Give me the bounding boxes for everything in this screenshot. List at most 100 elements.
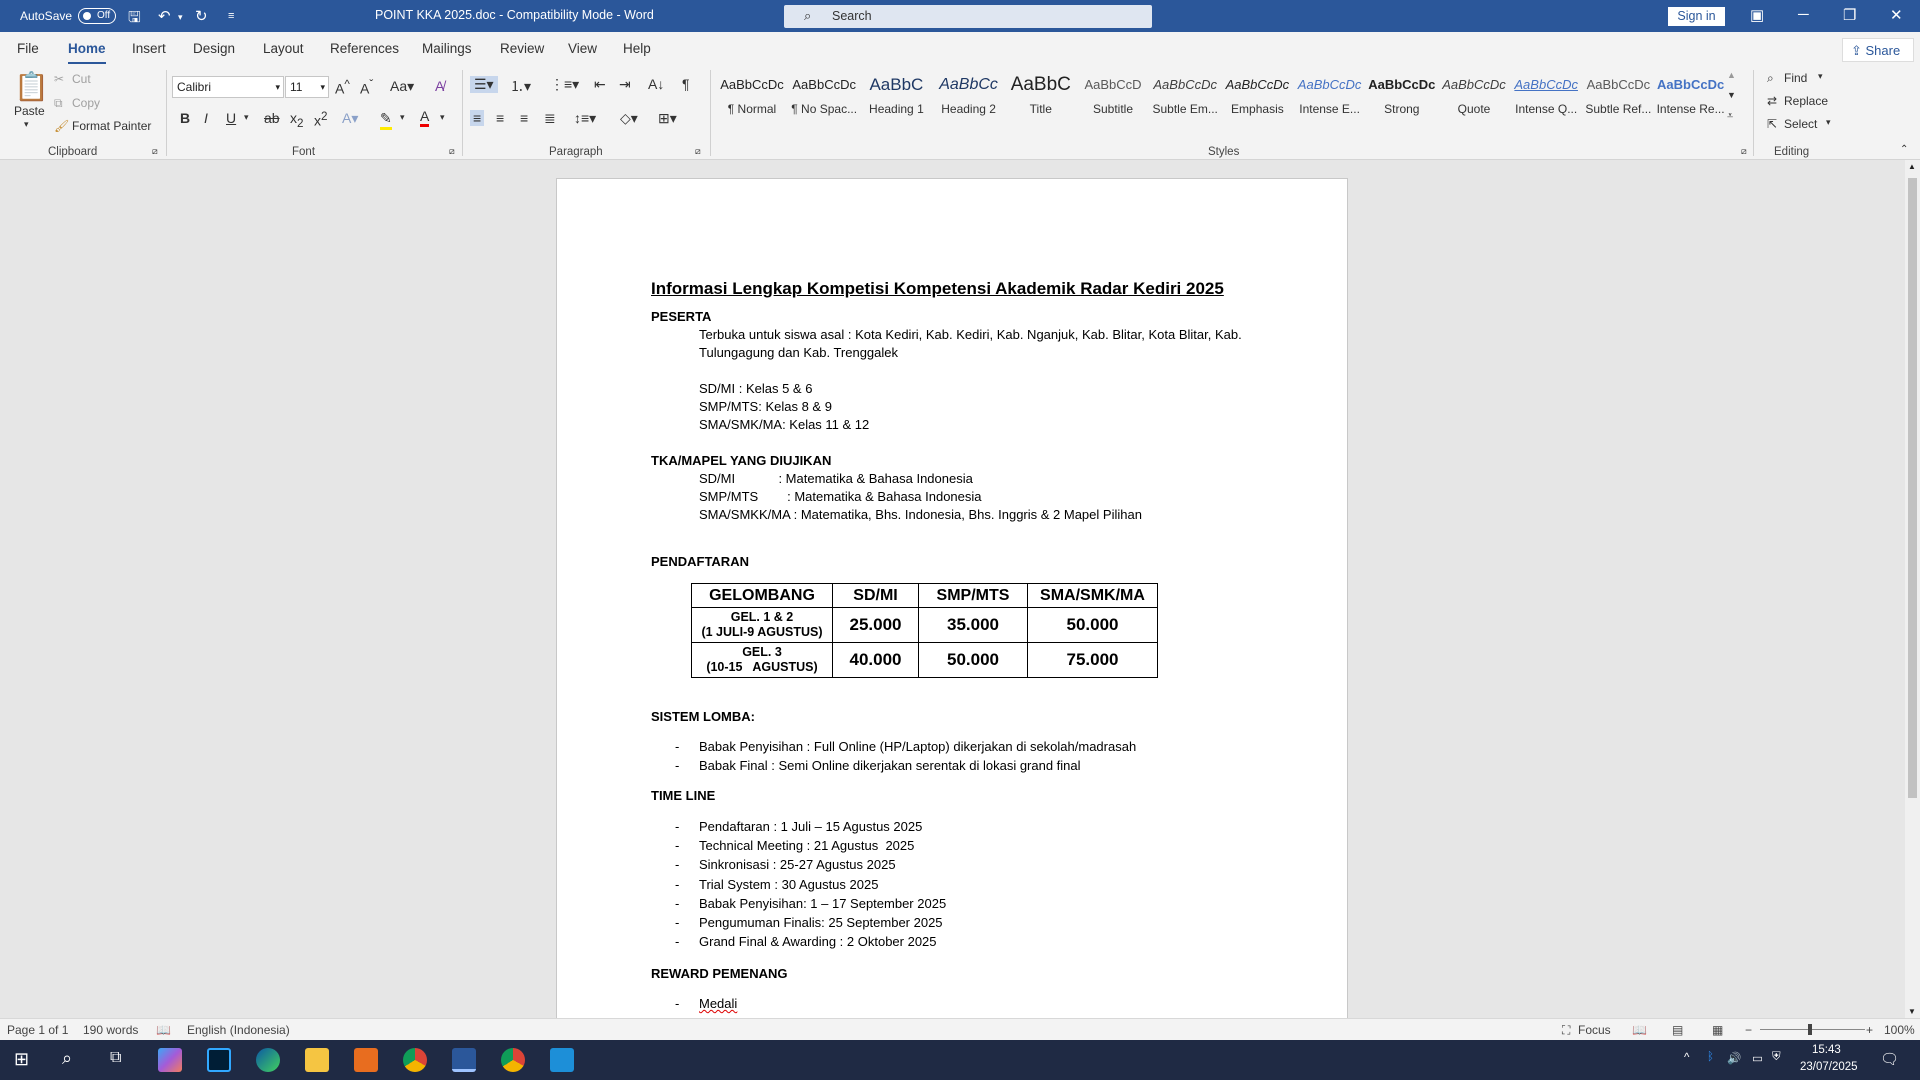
scroll-down-icon[interactable]: ▼ (1908, 1007, 1916, 1016)
chrome-icon[interactable] (403, 1048, 427, 1072)
task-view-icon[interactable]: ⧉ (110, 1049, 121, 1067)
increase-indent-icon[interactable]: ⇥ (619, 76, 631, 93)
text-effects-icon[interactable]: A▾ (342, 110, 358, 127)
style-heading-2[interactable]: AaBbCc Heading 2 (934, 74, 1004, 120)
zoom-out-icon[interactable]: − (1745, 1023, 1752, 1037)
borders-icon[interactable]: ⊞▾ (658, 110, 677, 127)
word-count[interactable]: 190 words (83, 1023, 138, 1037)
tab-mailings[interactable]: Mailings (422, 41, 472, 56)
minimize-icon[interactable]: ─ (1798, 6, 1809, 23)
restore-icon[interactable]: ❐ (1843, 6, 1856, 24)
styles-launcher-icon[interactable]: ⧄ (1741, 146, 1747, 157)
style-no-spac[interactable]: AaBbCcDc ¶ No Spac... (789, 74, 859, 120)
windows-start-icon[interactable]: ⊞ (14, 1049, 29, 1070)
zoom-level[interactable]: 100% (1884, 1023, 1915, 1037)
replace-button[interactable]: Replace (1784, 94, 1828, 108)
tab-references[interactable]: References (330, 41, 399, 56)
language[interactable]: English (Indonesia) (187, 1023, 290, 1037)
scroll-up-icon[interactable]: ▲ (1908, 162, 1916, 171)
tray-overflow-icon[interactable]: ^ (1684, 1052, 1689, 1064)
tab-layout[interactable]: Layout (263, 41, 304, 56)
font-color-dropdown-icon[interactable]: ▾ (440, 112, 445, 123)
clock-time[interactable]: 15:43 (1812, 1044, 1841, 1056)
style-strong[interactable]: AaBbCcDc Strong (1367, 74, 1437, 120)
share-button[interactable]: ⇪ Share (1842, 38, 1914, 62)
find-button[interactable]: Find (1784, 71, 1807, 85)
web-layout-icon[interactable]: ▦ (1712, 1023, 1723, 1037)
scroll-thumb[interactable] (1908, 178, 1917, 798)
style-normal[interactable]: AaBbCcDc ¶ Normal (717, 74, 787, 120)
photoshop-icon[interactable] (207, 1048, 231, 1072)
cut-button[interactable]: Cut (72, 72, 91, 86)
sign-in-button[interactable]: Sign in (1668, 7, 1725, 26)
bluetooth-icon[interactable]: ᛒ (1707, 1051, 1714, 1063)
page-count[interactable]: Page 1 of 1 (7, 1023, 68, 1037)
show-formatting-icon[interactable]: ¶ (682, 76, 690, 92)
display-icon[interactable]: ▭ (1752, 1051, 1763, 1065)
undo-dropdown-icon[interactable]: ▾ (178, 12, 183, 23)
multilevel-list-icon[interactable]: ⋮≡▾ (550, 76, 579, 93)
ribbon-display-icon[interactable]: ▣ (1750, 6, 1764, 24)
copilot-icon[interactable] (158, 1048, 182, 1072)
style-subtle-em[interactable]: AaBbCcDc Subtle Em... (1150, 74, 1220, 120)
paragraph-launcher-icon[interactable]: ⧄ (695, 146, 701, 157)
tab-file[interactable]: File (17, 41, 39, 56)
align-center-icon[interactable]: ≡ (496, 110, 504, 126)
style-subtitle[interactable]: AaBbCcD Subtitle (1078, 74, 1148, 120)
font-size-dropdown-icon[interactable]: ▾ (320, 82, 325, 93)
clock-date[interactable]: 23/07/2025 (1800, 1061, 1858, 1073)
chrome-profile-icon[interactable] (501, 1048, 525, 1072)
format-painter-button[interactable]: Format Painter (72, 119, 151, 133)
font-size-box[interactable]: 11 ▾ (285, 76, 329, 98)
select-button[interactable]: Select (1784, 117, 1817, 131)
search-icon[interactable]: ⌕ (62, 1048, 72, 1069)
numbering-icon[interactable]: ⒈▾ (510, 76, 531, 96)
highlight-dropdown-icon[interactable]: ▾ (400, 112, 405, 123)
style-subtle-ref[interactable]: AaBbCcDc Subtle Ref... (1583, 74, 1653, 120)
select-dropdown-icon[interactable]: ▾ (1826, 117, 1831, 128)
shading-icon[interactable]: ◇▾ (620, 110, 638, 127)
focus-button[interactable]: Focus (1578, 1023, 1611, 1037)
font-color-icon[interactable]: A (420, 108, 430, 127)
strikethrough-icon[interactable]: ab (264, 110, 280, 126)
tab-insert[interactable]: Insert (132, 41, 166, 56)
edge-icon[interactable] (256, 1048, 280, 1072)
undo-icon[interactable]: ↶ (158, 7, 171, 25)
clipboard-launcher-icon[interactable]: ⧄ (152, 146, 158, 157)
autosave-toggle[interactable]: Off (78, 8, 116, 24)
style-intense-re[interactable]: AaBbCcDc Intense Re... (1656, 74, 1726, 120)
change-case-icon[interactable]: Aa▾ (390, 78, 414, 95)
line-spacing-icon[interactable]: ↕≡▾ (574, 110, 596, 127)
redo-icon[interactable]: ↻ (195, 7, 208, 25)
shrink-font-icon[interactable]: Aˇ (360, 78, 373, 97)
style-heading-1[interactable]: AaBbC Heading 1 (861, 74, 931, 120)
copy-button[interactable]: Copy (72, 96, 100, 110)
align-left-icon[interactable]: ≡ (470, 110, 485, 126)
tab-help[interactable]: Help (623, 41, 651, 56)
styles-scroll-down-icon[interactable]: ▼ (1727, 90, 1736, 100)
justify-icon[interactable]: ≣ (544, 110, 556, 127)
paste-button[interactable]: Paste (14, 104, 45, 118)
notifications-icon[interactable]: 🗨 (1880, 1050, 1899, 1068)
zoom-slider-thumb[interactable] (1808, 1024, 1812, 1035)
tab-review[interactable]: Review (500, 41, 544, 56)
zoom-in-icon[interactable]: + (1866, 1023, 1873, 1037)
align-right-icon[interactable]: ≡ (520, 110, 528, 126)
vertical-scrollbar[interactable]: ▲ ▼ (1905, 160, 1920, 1018)
collapse-ribbon-icon[interactable]: ⌃ (1900, 144, 1908, 155)
file-explorer-icon[interactable] (305, 1048, 329, 1072)
bullets-icon[interactable]: ☰▾ (470, 76, 498, 93)
document-page[interactable]: Informasi Lengkap Kompetisi Kompetensi A… (556, 178, 1348, 1018)
highlight-icon[interactable]: ✎ (380, 110, 392, 130)
zoom-slider[interactable] (1760, 1029, 1865, 1030)
app-icon[interactable] (550, 1048, 574, 1072)
bold-icon[interactable]: B (180, 110, 190, 126)
styles-more-icon[interactable]: ⩡ (1727, 110, 1733, 123)
security-icon[interactable]: ⛨ (1772, 1051, 1781, 1064)
tab-home[interactable]: Home (68, 41, 106, 65)
read-mode-icon[interactable]: 📖 (1632, 1023, 1647, 1037)
word-icon[interactable] (452, 1048, 476, 1072)
style-quote[interactable]: AaBbCcDc Quote (1439, 74, 1509, 120)
font-launcher-icon[interactable]: ⧄ (449, 146, 455, 157)
italic-icon[interactable]: I (204, 110, 208, 126)
